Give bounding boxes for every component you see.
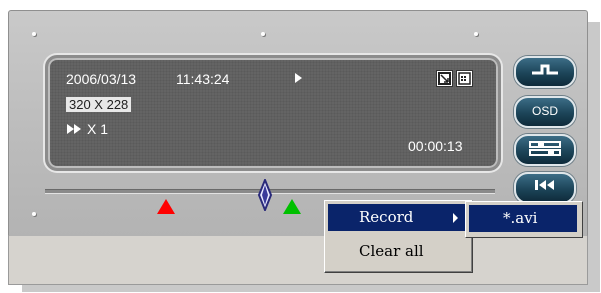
end-marker[interactable] bbox=[283, 199, 301, 214]
menu-item-label: Clear all bbox=[359, 242, 424, 260]
osd-button[interactable]: OSD bbox=[514, 96, 576, 128]
date-readout: 2006/03/13 bbox=[66, 71, 137, 87]
menu-item-clear-all[interactable]: Clear all bbox=[328, 238, 468, 265]
menu-item-label: Record bbox=[359, 208, 414, 226]
settings-icon bbox=[529, 141, 561, 156]
lcd-display: 2006/03/13 11:43:24 320 X 228 X 1 00:00:… bbox=[45, 55, 501, 171]
play-icon bbox=[295, 73, 302, 83]
screw-decoration bbox=[32, 212, 36, 216]
timeline-thumb[interactable] bbox=[257, 179, 273, 211]
start-marker[interactable] bbox=[157, 199, 175, 214]
submenu-arrow-icon bbox=[453, 213, 458, 223]
elapsed-time-readout: 00:00:13 bbox=[408, 138, 463, 154]
grid-view-icon[interactable] bbox=[456, 70, 473, 87]
player-base bbox=[8, 236, 588, 285]
screw-decoration bbox=[261, 32, 265, 36]
speed-readout: X 1 bbox=[87, 121, 109, 137]
menu-item-record[interactable]: Record bbox=[328, 204, 468, 231]
fit-window-icon[interactable] bbox=[436, 70, 453, 87]
step-icon bbox=[532, 64, 558, 75]
record-submenu: *.avi bbox=[465, 201, 583, 238]
screw-decoration bbox=[32, 32, 36, 36]
time-readout: 11:43:24 bbox=[176, 71, 230, 87]
osd-label: OSD bbox=[531, 104, 558, 118]
resolution-readout: 320 X 228 bbox=[66, 97, 132, 112]
screw-decoration bbox=[474, 32, 478, 36]
skip-to-start-button[interactable] bbox=[514, 172, 576, 204]
step-button[interactable] bbox=[514, 56, 576, 88]
context-menu: Record Clear all bbox=[324, 200, 473, 273]
fast-forward-icon bbox=[67, 124, 83, 134]
menu-item-label: *.avi bbox=[503, 209, 538, 227]
menu-item-avi[interactable]: *.avi bbox=[469, 205, 577, 232]
skip-to-start-icon bbox=[535, 180, 554, 190]
settings-button[interactable] bbox=[514, 134, 576, 166]
